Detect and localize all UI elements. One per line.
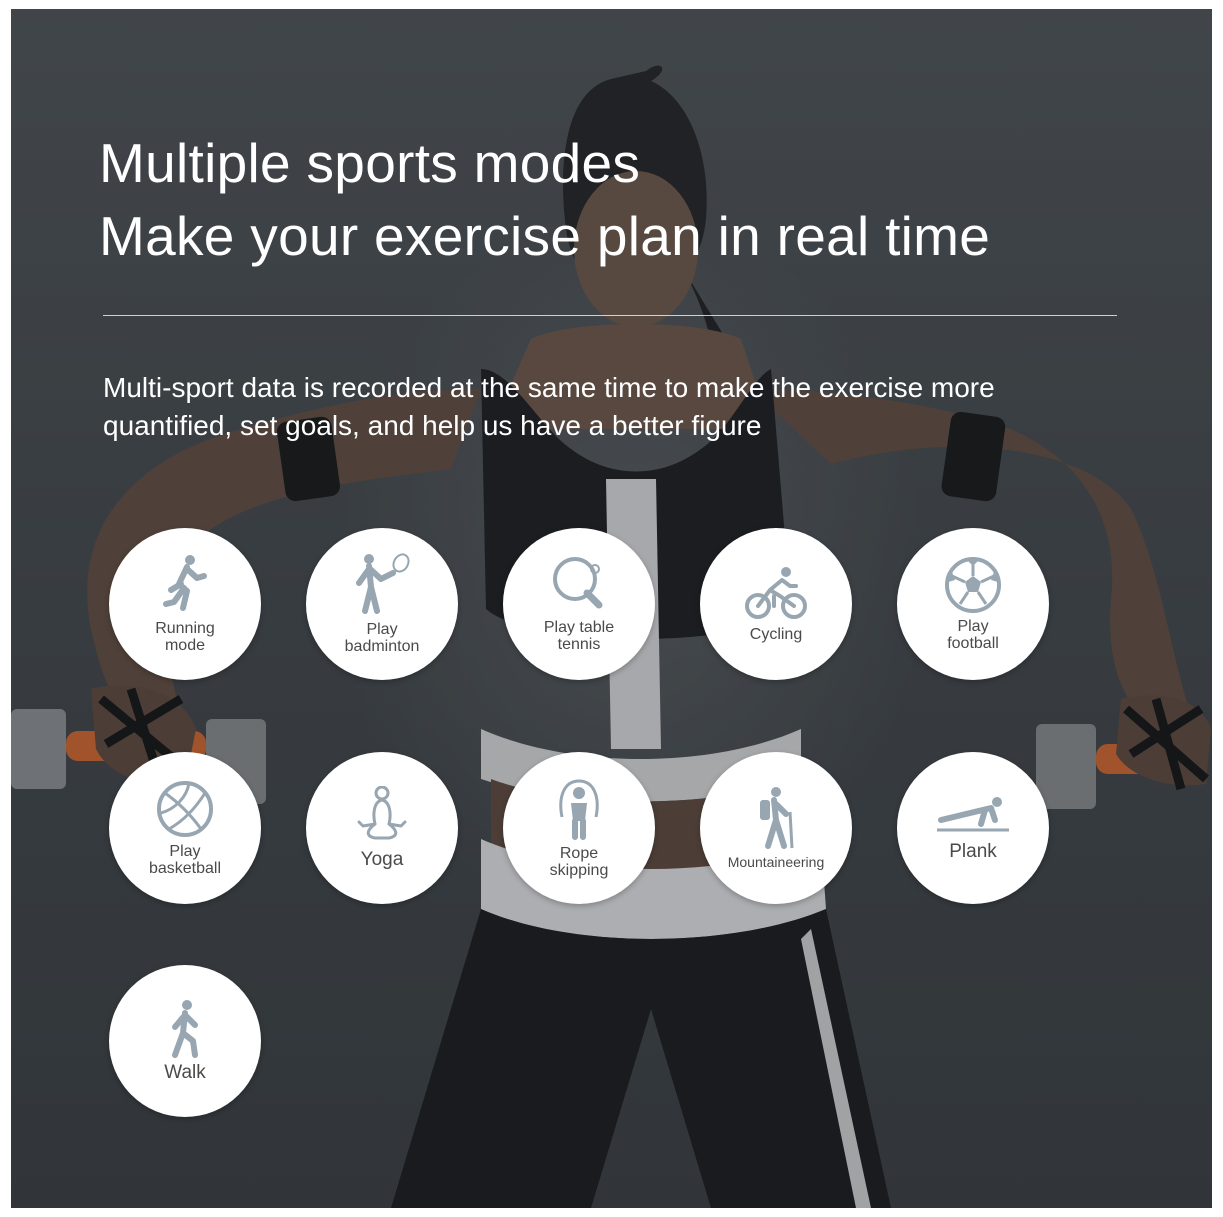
mode-cycling[interactable]: Cycling (700, 528, 852, 680)
mode-mountaineering[interactable]: Mountaineering (700, 752, 852, 904)
mode-label: Play football (947, 618, 999, 652)
mode-walk[interactable]: Walk (109, 965, 261, 1117)
plank-icon (937, 797, 1009, 832)
mode-label: Play badminton (344, 621, 420, 655)
mode-running[interactable]: Running mode (109, 528, 261, 680)
mode-label: Cycling (749, 625, 803, 643)
mode-label: Play basketball (148, 843, 222, 877)
cycling-icon (745, 566, 807, 619)
rope-skipping-icon (559, 779, 599, 840)
running-icon (163, 555, 207, 611)
mode-basketball[interactable]: Play basketball (109, 752, 261, 904)
mountaineering-icon (760, 786, 794, 849)
mode-football[interactable]: Play football (897, 528, 1049, 680)
basketball-icon (157, 781, 213, 837)
table-tennis-icon (553, 557, 603, 609)
mode-badminton[interactable]: Play badminton (306, 528, 458, 680)
headline-line-1: Multiple sports modes (99, 132, 641, 194)
mode-plank[interactable]: Plank (897, 752, 1049, 904)
promo-panel: Multiple sports modes Make your exercise… (11, 9, 1212, 1208)
description: Multi-sport data is recorded at the same… (103, 372, 995, 441)
mode-label: Mountaineering (727, 853, 825, 870)
yoga-icon (357, 786, 407, 840)
mode-label: Walk (164, 1062, 206, 1083)
mode-label: Running mode (155, 620, 215, 654)
mode-yoga[interactable]: Yoga (306, 752, 458, 904)
headline: Multiple sports modes Make your exercise… (99, 127, 990, 273)
mode-rope-skipping[interactable]: Rope skipping (503, 752, 655, 904)
mode-label: Plank (949, 841, 997, 862)
walk-icon (172, 1000, 198, 1058)
football-icon (945, 557, 1001, 613)
divider (103, 315, 1117, 316)
mode-label: Rope skipping (549, 845, 609, 879)
badminton-icon (356, 553, 410, 614)
mode-label: Yoga (360, 849, 404, 870)
mode-label: Play table tennis (543, 619, 615, 653)
headline-line-2: Make your exercise plan in real time (99, 205, 991, 267)
mode-table-tennis[interactable]: Play table tennis (503, 528, 655, 680)
